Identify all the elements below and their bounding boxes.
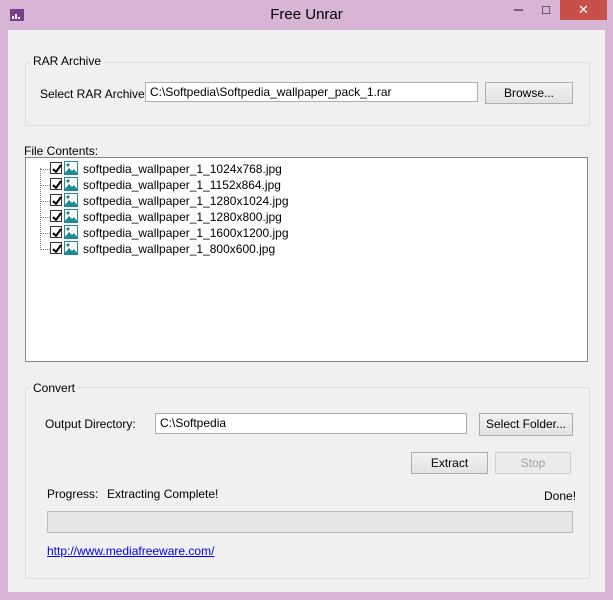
image-file-icon (64, 209, 78, 223)
file-checkbox[interactable] (50, 162, 62, 174)
done-text: Done! (544, 489, 577, 503)
maximize-button[interactable]: □ (533, 0, 559, 20)
file-checkbox[interactable] (50, 210, 62, 222)
tree-connector (40, 185, 50, 186)
close-button[interactable]: ✕ (560, 0, 607, 20)
file-checkbox[interactable] (50, 226, 62, 238)
file-list-item[interactable]: softpedia_wallpaper_1_1280x1024.jpg (26, 193, 566, 209)
file-name: softpedia_wallpaper_1_800x600.jpg (83, 242, 276, 256)
checkmark-icon (52, 164, 62, 174)
file-checkbox[interactable] (50, 178, 62, 190)
file-list-item[interactable]: softpedia_wallpaper_1_1024x768.jpg (26, 161, 566, 177)
progress-label: Progress: (47, 487, 99, 501)
image-file-icon (64, 161, 78, 175)
website-link[interactable]: http://www.mediafreeware.com/ (47, 544, 214, 558)
app-window: Free Unrar ─ □ ✕ RAR Archive Select RAR … (0, 0, 613, 600)
image-file-icon (64, 193, 78, 207)
checkmark-icon (52, 228, 62, 238)
stop-button[interactable]: Stop (495, 452, 571, 474)
checkmark-icon (52, 244, 62, 254)
file-contents-tree[interactable]: softpedia_wallpaper_1_1024x768.jpgsoftpe… (25, 157, 588, 362)
file-list-item[interactable]: softpedia_wallpaper_1_1280x800.jpg (26, 209, 566, 225)
tree-connector (40, 217, 50, 218)
tree-connector (40, 169, 50, 170)
select-archive-label: Select RAR Archive: (40, 87, 149, 101)
file-name: softpedia_wallpaper_1_1280x800.jpg (83, 210, 282, 224)
checkmark-icon (52, 180, 62, 190)
file-name: softpedia_wallpaper_1_1152x864.jpg (83, 178, 281, 192)
file-name: softpedia_wallpaper_1_1024x768.jpg (83, 162, 282, 176)
rar-archive-group-label: RAR Archive (30, 54, 105, 68)
file-list-item[interactable]: softpedia_wallpaper_1_1600x1200.jpg (26, 225, 566, 241)
checkmark-icon (52, 212, 62, 222)
output-directory-label: Output Directory: (45, 417, 136, 431)
file-list-item[interactable]: softpedia_wallpaper_1_800x600.jpg (26, 241, 566, 257)
title-bar[interactable]: Free Unrar ─ □ ✕ (0, 0, 613, 30)
checkmark-icon (52, 196, 62, 206)
extract-button[interactable]: Extract (411, 452, 488, 474)
progress-bar (47, 511, 573, 533)
select-folder-button[interactable]: Select Folder... (479, 413, 573, 436)
tree-connector (40, 249, 50, 250)
status-text: Extracting Complete! (107, 487, 219, 501)
file-list-item[interactable]: softpedia_wallpaper_1_1152x864.jpg (26, 177, 566, 193)
file-checkbox[interactable] (50, 194, 62, 206)
archive-path-field[interactable]: C:\Softpedia\Softpedia_wallpaper_pack_1.… (145, 82, 478, 102)
tree-connector (40, 201, 50, 202)
image-file-icon (64, 177, 78, 191)
minimize-button[interactable]: ─ (505, 0, 532, 20)
image-file-icon (64, 241, 78, 255)
client-area: RAR Archive Select RAR Archive: C:\Softp… (8, 30, 605, 592)
image-file-icon (64, 225, 78, 239)
file-name: softpedia_wallpaper_1_1280x1024.jpg (83, 194, 289, 208)
tree-connector (40, 233, 50, 234)
file-checkbox[interactable] (50, 242, 62, 254)
output-directory-field[interactable]: C:\Softpedia (155, 413, 467, 434)
file-contents-label: File Contents: (24, 144, 99, 158)
convert-group-label: Convert (30, 381, 79, 395)
file-name: softpedia_wallpaper_1_1600x1200.jpg (83, 226, 289, 240)
browse-button[interactable]: Browse... (485, 82, 573, 104)
